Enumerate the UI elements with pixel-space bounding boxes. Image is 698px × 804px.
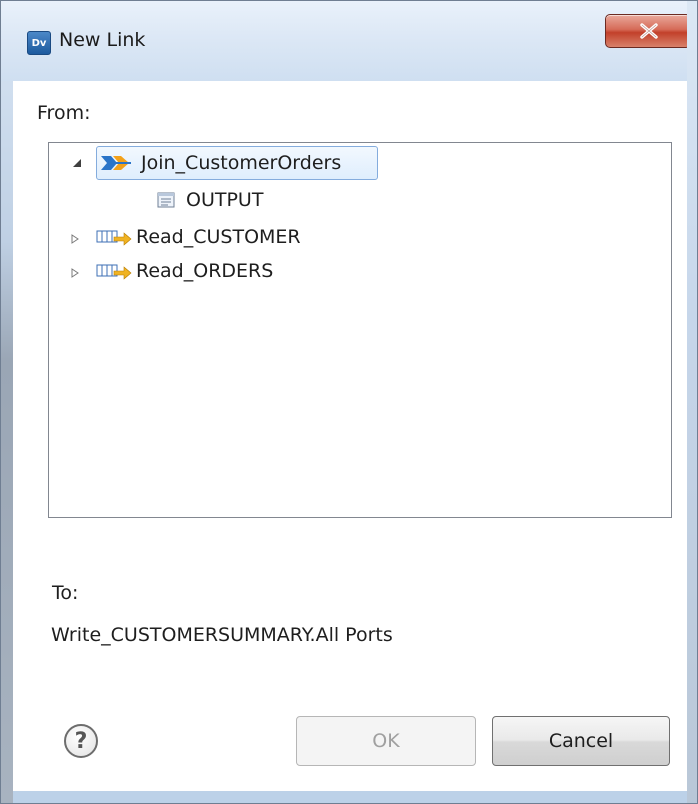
collapsed-arrow-icon[interactable]	[70, 234, 80, 244]
collapsed-arrow-icon[interactable]	[70, 268, 80, 278]
tree-item-output[interactable]: OUTPUT	[156, 184, 263, 216]
close-icon	[640, 23, 658, 39]
tree-item-join-customerorders[interactable]: Join_CustomerOrders	[99, 147, 341, 179]
source-tree[interactable]	[48, 142, 672, 518]
help-icon: ?	[74, 728, 88, 754]
joiner-transform-icon	[101, 156, 131, 170]
tree-item-label: Read_CUSTOMER	[136, 226, 301, 248]
ok-button[interactable]: OK	[296, 716, 476, 766]
close-button[interactable]	[605, 14, 691, 48]
help-button[interactable]: ?	[64, 724, 98, 758]
tree-item-read-customer[interactable]: Read_CUSTOMER	[96, 221, 301, 253]
tree-item-read-orders[interactable]: Read_ORDERS	[96, 255, 273, 287]
app-icon: Dv	[27, 31, 51, 55]
window-title: New Link	[59, 29, 146, 51]
to-target-value: Write_CUSTOMERSUMMARY.All Ports	[51, 624, 393, 646]
expanded-arrow-icon[interactable]	[72, 158, 82, 168]
from-label: From:	[37, 102, 91, 124]
title-bar[interactable]: Dv New Link	[1, 1, 697, 81]
to-label: To:	[52, 582, 79, 604]
read-source-icon	[96, 264, 132, 280]
output-group-icon	[157, 192, 175, 208]
tree-item-label: Read_ORDERS	[136, 260, 274, 282]
cancel-button[interactable]: Cancel	[492, 716, 670, 766]
tree-item-label: Join_CustomerOrders	[141, 152, 342, 174]
read-source-icon	[96, 230, 132, 246]
tree-item-label: OUTPUT	[186, 189, 264, 211]
